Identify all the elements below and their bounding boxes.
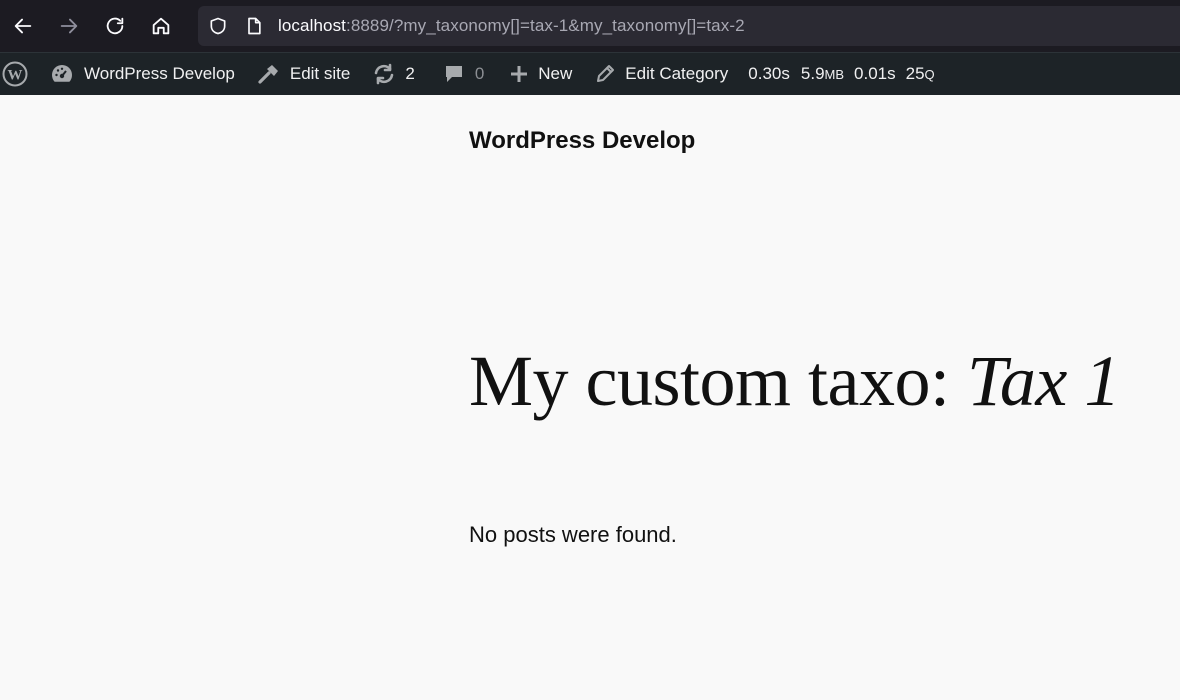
site-name-menu[interactable]: WordPress Develop xyxy=(50,53,235,96)
query-count: 25Q xyxy=(906,64,935,84)
forward-button[interactable] xyxy=(46,0,92,52)
page-icon[interactable] xyxy=(244,16,264,36)
edit-category-link[interactable]: Edit Category xyxy=(594,53,728,96)
no-posts-message: No posts were found. xyxy=(469,522,677,547)
memory-value: 5.9 xyxy=(800,64,825,83)
memory-unit: MB xyxy=(824,67,845,82)
wp-logo-menu[interactable]: W xyxy=(2,53,28,96)
hammer-icon xyxy=(257,63,281,85)
url-text[interactable]: localhost:8889/?my_taxonomy[]=tax-1&my_t… xyxy=(278,16,745,36)
reload-icon xyxy=(106,17,124,35)
comments-count: 0 xyxy=(474,64,485,83)
site-name-label: WordPress Develop xyxy=(84,64,235,83)
url-bar[interactable]: localhost:8889/?my_taxonomy[]=tax-1&my_t… xyxy=(198,6,1180,46)
page-generation-time: 0.30s xyxy=(748,64,790,83)
home-icon xyxy=(152,17,170,35)
updates-count: 2 xyxy=(405,64,415,83)
wp-admin-bar: W WordPress Develop Edit site 2 0 New Ed… xyxy=(0,52,1180,95)
query-time: 0.01s xyxy=(854,64,896,83)
site-title-link[interactable]: WordPress Develop xyxy=(469,127,695,155)
edit-site-link[interactable]: Edit site xyxy=(257,53,350,96)
query-count-value: 25 xyxy=(905,64,925,83)
wordpress-logo-icon: W xyxy=(2,61,28,87)
updates-link[interactable]: 2 xyxy=(372,53,415,96)
back-button[interactable] xyxy=(0,0,46,52)
arrow-left-icon xyxy=(14,18,32,34)
new-label: New xyxy=(538,64,573,83)
svg-text:W: W xyxy=(8,68,23,84)
home-button[interactable] xyxy=(138,0,184,52)
comments-link[interactable]: 0 xyxy=(443,53,484,96)
shield-icon[interactable] xyxy=(208,16,228,36)
new-content-menu[interactable]: New xyxy=(509,53,572,96)
memory-usage: 5.9MB xyxy=(801,64,844,84)
edit-category-label: Edit Category xyxy=(625,64,729,83)
reload-button[interactable] xyxy=(92,0,138,52)
dashboard-icon xyxy=(50,63,74,85)
comment-bubble-icon xyxy=(443,63,465,85)
url-path: :8889/?my_taxonomy[]=tax-1&my_taxonomy[]… xyxy=(346,16,745,35)
archive-term-name: Tax 1 xyxy=(966,341,1120,421)
query-monitor-menu[interactable]: 0.30s 5.9MB 0.01s 25Q xyxy=(748,53,934,96)
arrow-right-icon xyxy=(60,18,78,34)
pencil-icon xyxy=(594,63,616,85)
edit-site-label: Edit site xyxy=(289,64,351,83)
updates-icon xyxy=(372,63,396,85)
archive-title: My custom taxo: Tax 1 xyxy=(469,340,1120,423)
query-count-unit: Q xyxy=(924,67,935,82)
archive-title-prefix: My custom taxo: xyxy=(469,341,967,421)
browser-toolbar: localhost:8889/?my_taxonomy[]=tax-1&my_t… xyxy=(0,0,1180,52)
url-host: localhost xyxy=(278,16,346,35)
plus-icon xyxy=(509,64,529,84)
